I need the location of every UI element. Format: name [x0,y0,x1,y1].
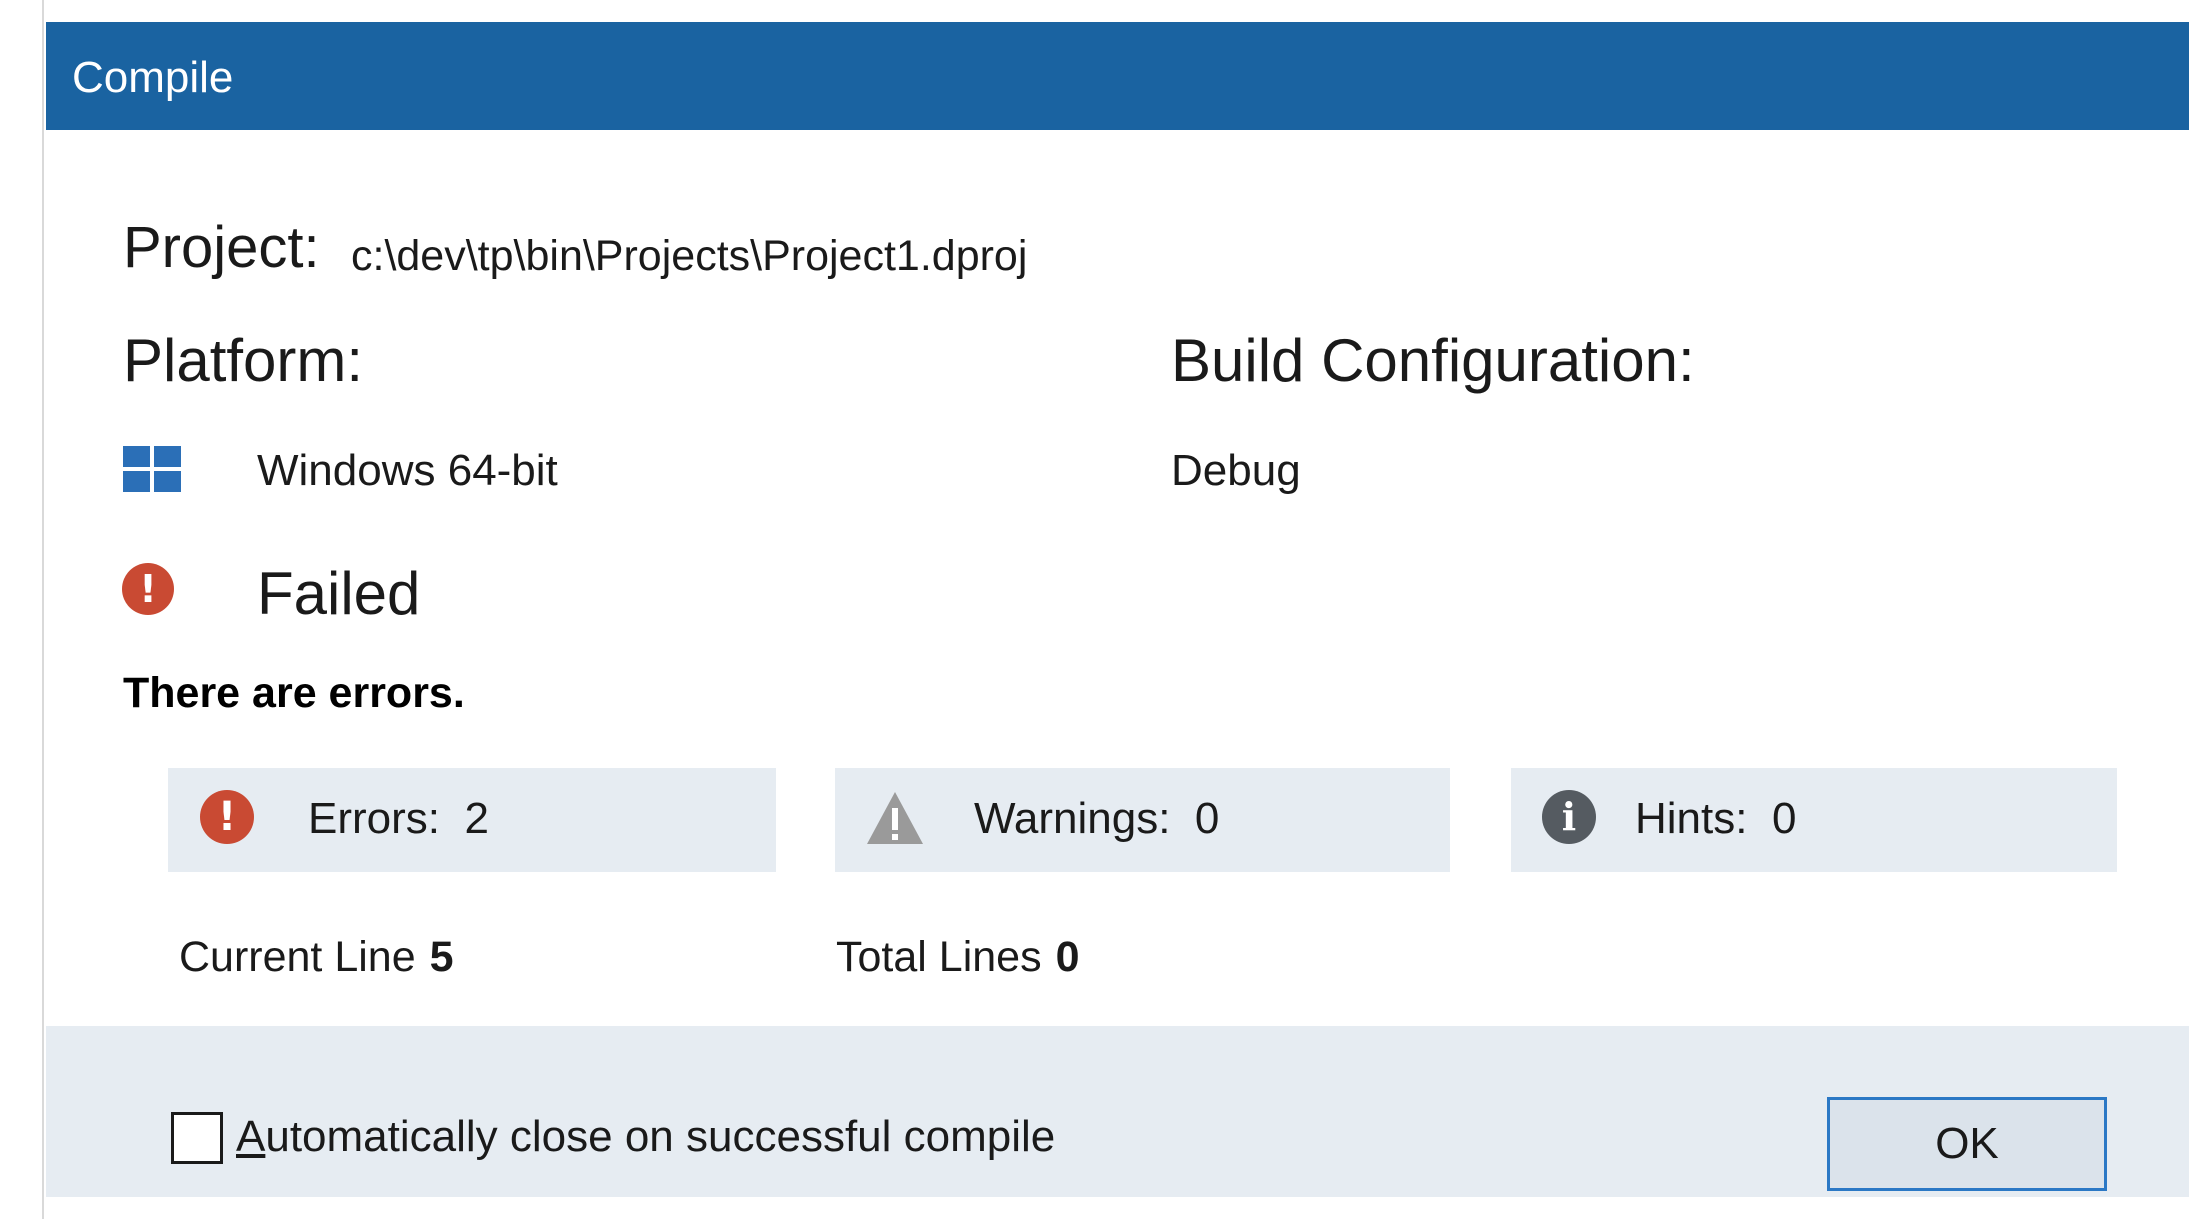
total-lines-label: Total Lines [836,933,1042,981]
info-icon: i [1542,790,1596,844]
dialog-footer: Automatically close on successful compil… [46,1026,2189,1197]
status-text: Failed [257,560,421,627]
errors-label-text: Errors: [308,794,440,843]
platform-value: Windows 64-bit [257,446,558,495]
warnings-panel: Warnings: 0 [835,768,1450,872]
build-configuration-value: Debug [1171,446,1301,495]
auto-close-checkbox[interactable] [171,1112,223,1164]
warning-icon [867,792,923,844]
hints-label-text: Hints: [1635,794,1748,843]
current-line-label: Current Line [179,933,416,981]
ok-button[interactable]: OK [1827,1097,2107,1191]
current-line: Current Line 5 [179,930,454,984]
hints-label: Hints: 0 [1635,792,1796,846]
errors-count: 2 [464,794,489,843]
auto-close-label-text: utomatically close on successful compile [265,1112,1056,1161]
status-message: There are errors. [123,669,465,717]
title-bar[interactable]: Compile [46,22,2189,130]
warnings-label-text: Warnings: [974,794,1171,843]
project-label: Project: [123,215,320,280]
hints-count: 0 [1771,794,1797,843]
error-icon: ! [122,563,174,615]
errors-label: Errors: 2 [308,792,489,846]
auto-close-label[interactable]: Automatically close on successful compil… [236,1110,1055,1164]
auto-close-accesskey: A [236,1112,266,1161]
errors-panel: ! Errors: 2 [168,768,776,872]
project-path: c:\dev\tp\bin\Projects\Project1.dproj [351,232,1028,280]
build-configuration-label: Build Configuration: [1171,327,1695,394]
error-icon: ! [200,790,254,844]
windows-logo-icon [123,446,181,492]
warnings-count: 0 [1194,794,1220,843]
compile-dialog: Compile Project: c:\dev\tp\bin\Projects\… [46,22,2189,1219]
platform-label: Platform: [123,327,364,394]
current-line-value: 5 [429,933,454,981]
hints-panel: i Hints: 0 [1511,768,2117,872]
warnings-label: Warnings: 0 [974,792,1219,846]
total-lines: Total Lines 0 [836,930,1080,984]
window-title: Compile [72,53,234,102]
background-window-edge [0,0,44,1219]
total-lines-value: 0 [1055,933,1080,981]
